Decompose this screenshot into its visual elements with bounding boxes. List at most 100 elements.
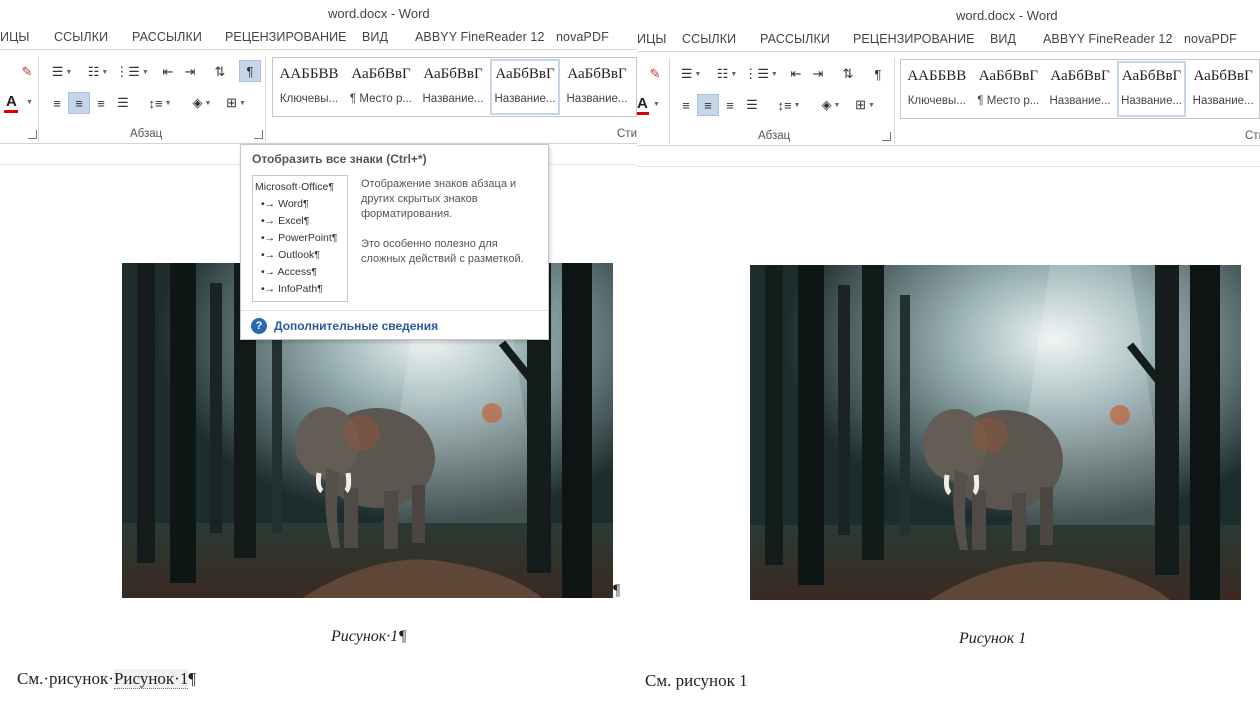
increase-indent-button[interactable]: ⇥ [807, 63, 829, 85]
show-marks-button[interactable]: ¶ [867, 63, 889, 85]
tab-tables[interactable]: ИЦЫ [0, 30, 54, 44]
example-item: •→ InfoPath¶ [261, 283, 323, 295]
font-color-dropdown-icon[interactable]: ▼ [653, 101, 660, 108]
tab-abbyy[interactable]: ABBYY FineReader 12 [1043, 32, 1184, 46]
tab-novapdf[interactable]: novaPDF [556, 30, 609, 44]
decrease-indent-icon: ⇤ [162, 64, 174, 79]
justify-button[interactable]: ☰ [112, 92, 134, 114]
justify-button[interactable]: ☰ [741, 94, 763, 116]
multilevel-list-icon: ⋮☰ [744, 66, 769, 81]
clear-format-icon[interactable]: ✎ [644, 63, 666, 85]
paragraph-dialog-launcher[interactable] [882, 132, 891, 141]
multilevel-list-icon: ⋮☰ [115, 64, 140, 79]
align-right-icon: ≡ [726, 97, 734, 113]
align-right-button[interactable]: ≡ [719, 94, 741, 116]
tab-arrow-icon: •→ [261, 232, 279, 244]
borders-icon: ⊞ [855, 97, 866, 112]
clear-format-icon[interactable]: ✎ [16, 61, 38, 83]
align-right-button[interactable]: ≡ [90, 92, 112, 114]
style-name-1[interactable]: АаБбВвГ Название... [1044, 60, 1116, 118]
styles-gallery: ААББВВ Ключевы... АаБбВвГ ¶ Место р... АаБ… [272, 57, 637, 117]
tab-novapdf[interactable]: novaPDF [1184, 32, 1237, 46]
borders-button[interactable]: ⊞ ▼ [849, 94, 881, 116]
sort-icon: ⇅ [214, 64, 226, 79]
style-name-3[interactable]: АаБбВвГ Название... [561, 58, 633, 116]
tab-references[interactable]: ССЫЛКИ [682, 32, 760, 46]
group-divider [265, 56, 266, 142]
font-color-button[interactable]: A [6, 93, 17, 110]
tab-view[interactable]: ВИД [990, 32, 1043, 46]
example-header: Microsoft·Office¶ [255, 181, 334, 193]
decrease-indent-icon: ⇤ [790, 66, 802, 81]
style-name-1[interactable]: АаБбВвГ Название... [417, 58, 489, 116]
more-info-link[interactable]: Дополнительные сведения [274, 319, 438, 333]
reference-paragraph[interactable]: См. рисунок 1 [645, 671, 748, 691]
line-spacing-button[interactable]: ↕≡ ▼ [144, 92, 176, 114]
style-place[interactable]: АаБбВвГ ¶ Место р... [345, 58, 417, 116]
help-icon[interactable]: ? [251, 318, 267, 334]
ribbon-tabs: ИЦЫ ССЫЛКИ РАССЫЛКИ РЕЦЕНЗИРОВАНИЕ ВИД A… [637, 32, 1237, 46]
pilcrow-icon: ¶ [246, 63, 254, 79]
style-keywords[interactable]: ААББВВ Ключевы... [901, 60, 973, 118]
group-divider [894, 58, 895, 144]
tab-arrow-icon: •→ [261, 198, 279, 210]
group-label-paragraph: Абзац [758, 130, 791, 142]
align-left-icon: ≡ [682, 97, 690, 113]
show-marks-button[interactable]: ¶ [239, 60, 261, 82]
ribbon-bottom-border [637, 145, 1260, 146]
tab-mailings[interactable]: РАССЫЛКИ [132, 30, 225, 44]
tab-review[interactable]: РЕЦЕНЗИРОВАНИЕ [225, 30, 362, 44]
numbering-button[interactable]: ☷ ▼ [711, 63, 743, 85]
decrease-indent-button[interactable]: ⇤ [785, 63, 807, 85]
increase-indent-icon: ⇥ [184, 64, 196, 79]
tooltip-example: Microsoft·Office¶ •→ Word¶ •→ Excel¶ •→ … [252, 175, 348, 302]
decrease-indent-button[interactable]: ⇤ [157, 61, 179, 83]
align-left-button[interactable]: ≡ [46, 92, 68, 114]
paragraph-dialog-launcher[interactable] [254, 130, 263, 139]
borders-button[interactable]: ⊞ ▼ [220, 92, 252, 114]
tab-abbyy[interactable]: ABBYY FineReader 12 [415, 30, 556, 44]
font-color-swatch [637, 112, 649, 115]
tab-tables[interactable]: ИЦЫ [637, 32, 682, 46]
align-center-icon: ≡ [75, 95, 83, 111]
multilevel-list-button[interactable]: ⋮☰ ▼ [744, 63, 778, 85]
ribbon-tabs: ИЦЫ ССЫЛКИ РАССЫЛКИ РЕЦЕНЗИРОВАНИЕ ВИД A… [0, 30, 609, 44]
style-name-3[interactable]: АаБбВвГ Название... [1187, 60, 1259, 118]
sort-button[interactable]: ⇅ [209, 61, 231, 83]
style-name-2[interactable]: АаБбВвГ Название... [1116, 60, 1188, 118]
elephant-photo[interactable] [750, 265, 1241, 600]
multilevel-list-button[interactable]: ⋮☰ ▼ [115, 61, 149, 83]
style-keywords[interactable]: ААББВВ Ключевы... [273, 58, 345, 116]
tab-mailings[interactable]: РАССЫЛКИ [760, 32, 853, 46]
styles-gallery: ААББВВ Ключевы... АаБбВвГ ¶ Место р... АаБ… [900, 59, 1260, 119]
bullets-button[interactable]: ☰ ▼ [675, 63, 707, 85]
shading-icon: ◈ [192, 95, 203, 110]
sort-icon: ⇅ [842, 66, 854, 81]
tab-review[interactable]: РЕЦЕНЗИРОВАНИЕ [853, 32, 990, 46]
numbering-icon: ☷ [87, 64, 100, 79]
tab-view[interactable]: ВИД [362, 30, 415, 44]
align-center-button[interactable]: ≡ [68, 92, 90, 114]
sort-button[interactable]: ⇅ [837, 63, 859, 85]
font-color-button[interactable]: A [637, 95, 648, 112]
figure-caption[interactable]: Рисунок 1 [959, 630, 1026, 648]
align-center-button[interactable]: ≡ [697, 94, 719, 116]
tab-arrow-icon: •→ [261, 266, 278, 278]
font-color-dropdown-icon[interactable]: ▼ [26, 99, 33, 106]
bullets-button[interactable]: ☰ ▼ [46, 61, 78, 83]
reference-paragraph[interactable]: См.·рисунок·Рисунок·1¶ [17, 669, 196, 689]
figure-caption[interactable]: Рисунок·1¶ [331, 628, 407, 646]
cross-reference-field[interactable]: Рисунок·1 [113, 669, 189, 689]
shading-button[interactable]: ◈ ▼ [815, 94, 847, 116]
style-name-2[interactable]: АаБбВвГ Название... [489, 58, 561, 116]
justify-icon: ☰ [117, 95, 129, 110]
borders-icon: ⊞ [226, 95, 237, 110]
increase-indent-button[interactable]: ⇥ [179, 61, 201, 83]
line-spacing-button[interactable]: ↕≡ ▼ [773, 94, 805, 116]
tab-references[interactable]: ССЫЛКИ [54, 30, 132, 44]
align-left-button[interactable]: ≡ [675, 94, 697, 116]
style-place[interactable]: АаБбВвГ ¶ Место р... [973, 60, 1045, 118]
shading-button[interactable]: ◈ ▼ [186, 92, 218, 114]
numbering-button[interactable]: ☷ ▼ [82, 61, 114, 83]
font-dialog-launcher[interactable] [28, 130, 37, 139]
